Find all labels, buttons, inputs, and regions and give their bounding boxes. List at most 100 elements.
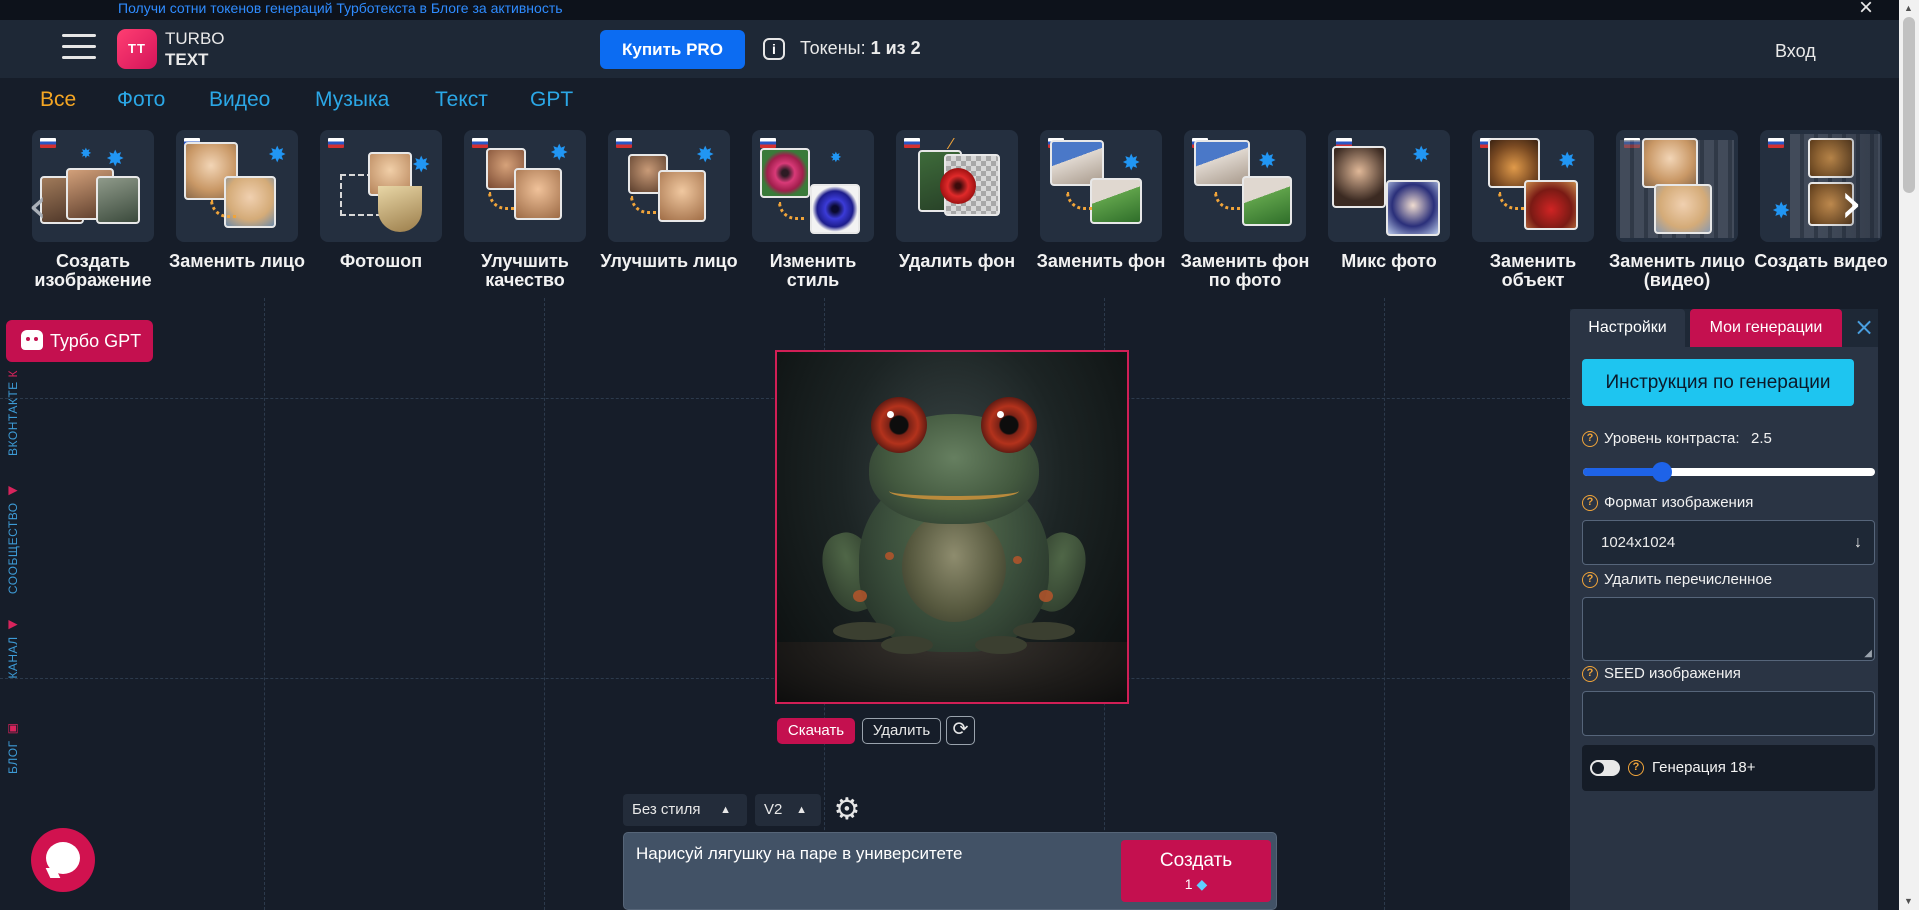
sparkle-icon: ✸ (550, 140, 569, 165)
tool-label: Заменить объект (1489, 251, 1577, 290)
tool-improve-quality[interactable]: ✸ Улучшить качество (462, 130, 586, 292)
info-icon[interactable]: i (763, 38, 785, 60)
tool-thumbnail: ✸ (1040, 130, 1162, 242)
logo-text-turbo[interactable]: TURBO (165, 29, 225, 49)
help-icon[interactable]: ? (1582, 495, 1598, 511)
login-button[interactable]: Вход (1775, 40, 1816, 62)
help-icon[interactable]: ? (1628, 760, 1644, 776)
sparkle-icon: ✸ (412, 152, 431, 177)
tool-remove-background[interactable]: ⁄ Удалить фон (894, 130, 1018, 292)
delete-button[interactable]: Удалить (862, 718, 941, 744)
sparkle-icon: ✸ (1122, 150, 1141, 175)
tab-photo[interactable]: Фото (117, 88, 165, 112)
social-label: СООБЩЕСТВО (6, 502, 20, 595)
tool-create-image[interactable]: ✸ ✸ Создать изображение (30, 130, 154, 292)
close-icon[interactable]: × (1855, 0, 1877, 20)
seed-input[interactable] (1582, 691, 1875, 736)
sparkle-icon: ✸ (1558, 148, 1577, 173)
create-cost: 1 (1184, 876, 1193, 892)
turbo-gpt-button[interactable]: Турбо GPT (6, 320, 153, 362)
tool-mix-photo[interactable]: ✸ Микс фото (1326, 130, 1450, 292)
remove-label: Удалить перечисленное (1604, 571, 1773, 588)
telegram-icon: ◀ (6, 618, 20, 633)
tab-text[interactable]: Текст (435, 88, 488, 112)
scrollbar-thumb[interactable] (1903, 17, 1915, 193)
tool-face-swap[interactable]: ✸ Заменить лицо (169, 130, 305, 292)
robot-icon (21, 330, 43, 350)
tool-photoshop[interactable]: ✸ Фотошоп (318, 130, 442, 292)
tool-change-style[interactable]: ✸ Изменить стиль (750, 130, 874, 292)
social-blog-link[interactable]: БЛОГ ▣ (3, 722, 23, 774)
social-channel-link[interactable]: КАНАЛ ◀ (3, 618, 23, 679)
sparkle-icon: ✸ (106, 146, 125, 171)
tab-all[interactable]: Все (40, 88, 76, 112)
tab-my-generations[interactable]: Мои генерации (1690, 309, 1842, 347)
tool-replace-background[interactable]: ✸ Заменить фон (1037, 130, 1165, 292)
sparkle-icon: ✸ (1772, 198, 1791, 223)
regenerate-icon[interactable]: ⟳ (946, 716, 975, 745)
contrast-slider[interactable] (1583, 462, 1875, 482)
tools-navigation: Все Фото Видео Музыка Текст GPT ✸ ✸ Созд… (0, 78, 1899, 298)
social-community-link[interactable]: СООБЩЕСТВО ◀ (3, 484, 23, 594)
adult-generation-toggle[interactable] (1590, 760, 1620, 776)
gear-icon[interactable]: ⚙ (830, 793, 864, 827)
promo-link[interactable]: Получи сотни токенов генераций Турботекс… (118, 0, 563, 16)
style-select[interactable]: Без стиля ▲ (623, 794, 747, 826)
generation-instruction-button[interactable]: Инструкция по генерации (1582, 359, 1854, 406)
tab-music[interactable]: Музыка (315, 88, 389, 112)
social-label: БЛОГ (6, 740, 20, 774)
style-select-value: Без стиля (632, 801, 701, 818)
tool-thumbnail: ✸ (320, 130, 442, 242)
ru-flag-icon (40, 138, 56, 148)
tool-thumbnail (1616, 130, 1738, 242)
contrast-label: Уровень контраста: (1604, 430, 1740, 447)
contrast-slider-fill (1583, 468, 1662, 476)
tool-label: Заменить фон по фото (1180, 251, 1310, 290)
sparkle-icon: ✸ (80, 145, 92, 161)
create-button[interactable]: Создать 1 ◆ (1121, 840, 1271, 902)
tool-thumbnail: ✸ (752, 130, 874, 242)
format-label: Формат изображения (1604, 494, 1754, 511)
tool-face-swap-video[interactable]: Заменить лицо (видео) (1609, 130, 1745, 292)
negative-prompt-textarea[interactable]: ◢ (1582, 597, 1875, 661)
tool-thumbnail: ✸ (608, 130, 730, 242)
tool-replace-background-by-photo[interactable]: ✸ Заменить фон по фото (1181, 130, 1309, 292)
ru-flag-icon (328, 138, 344, 148)
app-root: Получи сотни токенов генераций Турботекс… (0, 0, 1919, 910)
tool-label: Изменить стиль (769, 251, 857, 290)
tool-replace-object[interactable]: ✸ Заменить объект (1470, 130, 1594, 292)
help-icon[interactable]: ? (1582, 572, 1598, 588)
tab-video[interactable]: Видео (209, 88, 270, 112)
logo-text-text[interactable]: TEXT (165, 50, 208, 70)
download-button[interactable]: Скачать (777, 718, 855, 744)
scroll-up-icon[interactable]: ▲ (1904, 3, 1913, 13)
help-icon[interactable]: ? (1582, 666, 1598, 682)
contrast-slider-handle[interactable] (1652, 462, 1672, 482)
generated-image[interactable] (775, 350, 1129, 704)
tool-thumbnail: ✸ (1184, 130, 1306, 242)
tab-gpt[interactable]: GPT (530, 88, 573, 112)
hamburger-menu-icon[interactable] (62, 34, 96, 62)
sparkle-icon: ✸ (830, 149, 842, 165)
ru-flag-icon (1768, 138, 1784, 148)
carousel-next-icon[interactable]: › (1840, 176, 1862, 232)
social-label: КАНАЛ (6, 636, 20, 679)
contrast-value: 2.5 (1751, 430, 1772, 447)
chat-support-button[interactable] (31, 828, 95, 892)
resize-grip-icon[interactable]: ◢ (1864, 648, 1872, 659)
tool-thumbnail: ⁄ (896, 130, 1018, 242)
format-select[interactable]: 1024x1024 ↓ (1582, 520, 1875, 565)
social-vk-link[interactable]: ВКОНТАКТЕ К (3, 370, 23, 456)
carousel-prev-icon[interactable]: ‹ (28, 178, 47, 234)
page-scrollbar[interactable]: ▲ ▼ (1899, 0, 1919, 910)
scroll-down-icon[interactable]: ▼ (1904, 896, 1913, 906)
help-icon[interactable]: ? (1582, 431, 1598, 447)
tab-settings[interactable]: Настройки (1570, 309, 1685, 347)
buy-pro-button[interactable]: Купить PRO (600, 30, 745, 69)
tool-label: Удалить фон (898, 251, 1016, 271)
logo-mark[interactable]: TT (117, 29, 157, 69)
tool-improve-face[interactable]: ✸ Улучшить лицо (600, 130, 738, 292)
ru-flag-icon (904, 138, 920, 148)
close-icon[interactable]: × (1852, 315, 1876, 339)
version-select[interactable]: V2 ▲ (755, 794, 821, 826)
